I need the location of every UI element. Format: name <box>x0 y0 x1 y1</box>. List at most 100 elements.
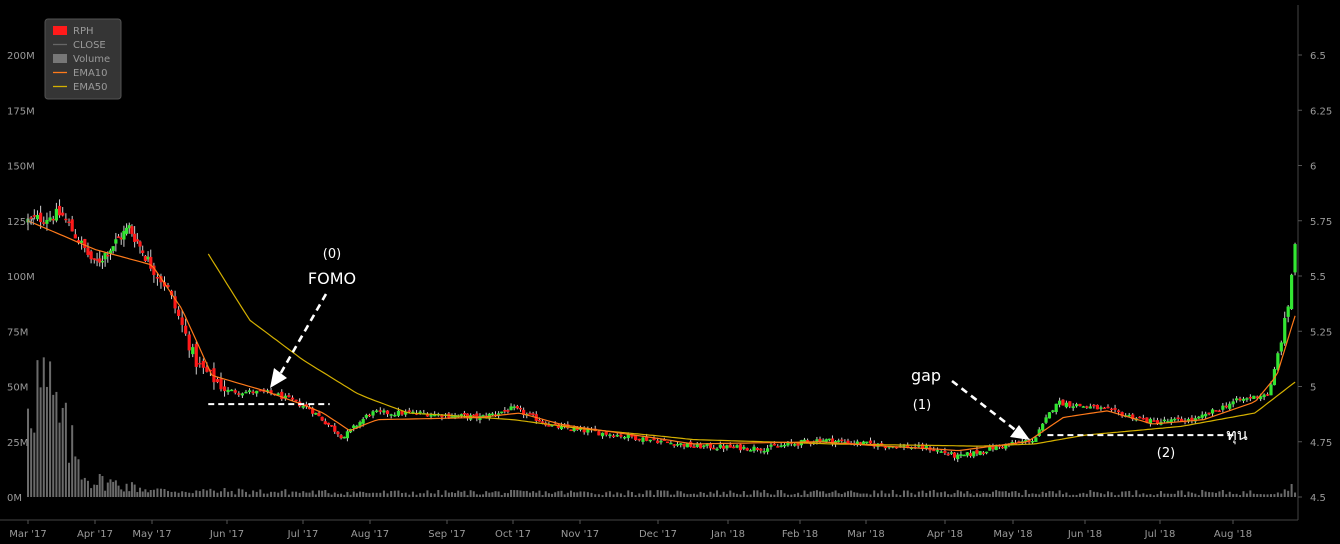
volume-bar <box>195 490 198 497</box>
volume-bar <box>869 494 872 497</box>
candle-body <box>827 438 831 441</box>
candle-body <box>949 452 953 454</box>
volume-bar <box>1038 494 1041 497</box>
volume-bar <box>482 494 485 497</box>
volume-bar <box>623 495 626 497</box>
candle-body <box>712 447 716 450</box>
volume-bar <box>991 491 994 497</box>
x-tick-label: Dec '17 <box>639 529 677 540</box>
candle-body <box>656 440 660 444</box>
volume-bar <box>525 490 528 497</box>
candle-body <box>472 414 476 417</box>
x-tick-label: Aug '17 <box>351 529 389 540</box>
volume-bar <box>783 493 786 497</box>
volume-bar <box>45 386 48 497</box>
candle-body <box>765 448 770 452</box>
x-tick-label: Jan '18 <box>710 529 745 540</box>
volume-bar <box>77 459 80 497</box>
volume-bar <box>130 482 133 497</box>
candle-body <box>732 446 736 449</box>
candle-body <box>692 446 696 448</box>
volume-bar <box>359 491 362 497</box>
volume-bar <box>298 492 301 497</box>
legend-swatch-rph <box>53 26 67 35</box>
candle-body <box>141 250 145 253</box>
volume-bar <box>216 492 219 497</box>
y-volume-tick-label: 0M <box>7 493 22 504</box>
volume-bar <box>831 491 834 497</box>
candle-body <box>135 239 139 242</box>
x-tick-label: May '18 <box>993 529 1032 540</box>
volume-bar <box>683 493 686 497</box>
volume-bar <box>1124 491 1127 497</box>
candle-body <box>382 410 386 413</box>
volume-bar <box>152 489 155 497</box>
volume-bar <box>223 488 226 497</box>
volume-bar <box>478 494 481 497</box>
volume-bar <box>475 494 478 497</box>
candle-body <box>1214 410 1218 412</box>
legend[interactable]: RPH CLOSE Volume EMA10 EMA50 <box>44 18 122 100</box>
volume-bar <box>149 490 152 497</box>
volume-bar <box>840 494 843 497</box>
volume-bar <box>749 494 752 497</box>
candle-body <box>1238 398 1242 401</box>
volume-bar <box>430 493 433 497</box>
volume-bar <box>742 490 745 497</box>
volume-bar <box>426 490 429 497</box>
volume-bar <box>1184 494 1187 497</box>
volume-bar <box>55 391 58 497</box>
candle-body <box>722 445 726 449</box>
candle-body <box>48 217 52 221</box>
volume-bar <box>569 490 572 497</box>
volume-bar <box>956 490 959 497</box>
volume-bar <box>1283 489 1286 497</box>
annotation-2-label: ทุน <box>1226 425 1248 445</box>
candle-body <box>1030 440 1035 443</box>
candle-body <box>708 443 713 449</box>
volume-bar <box>516 490 519 497</box>
volume-bar <box>494 491 497 497</box>
candle-body <box>1113 408 1117 410</box>
volume-bar <box>709 491 712 497</box>
volume-bar <box>557 491 560 497</box>
candle-body <box>1279 342 1283 352</box>
volume-bar <box>36 360 39 497</box>
annotation-1-label: gap <box>911 366 941 385</box>
volume-bar <box>454 493 457 497</box>
volume-bar <box>947 494 950 497</box>
volume-bar <box>837 493 840 497</box>
candle-body <box>1200 414 1204 418</box>
volume-bar <box>689 493 692 497</box>
volume-bar <box>170 491 173 497</box>
volume-bar <box>125 483 128 497</box>
candle-body <box>641 437 645 442</box>
candle-body <box>659 440 663 443</box>
volume-bar <box>859 493 862 497</box>
volume-bar <box>497 491 500 497</box>
volume-bar <box>1045 492 1048 497</box>
candle-body <box>180 317 184 325</box>
volume-bar <box>560 490 563 497</box>
volume-bar <box>117 485 120 497</box>
volume-bar <box>535 492 538 497</box>
volume-bar <box>1201 489 1204 497</box>
volume-bar <box>1166 493 1169 497</box>
volume-bar <box>692 493 695 497</box>
volume-bar <box>287 494 290 497</box>
volume-bar <box>1062 494 1065 497</box>
candle-body <box>345 431 349 439</box>
volume-bar <box>466 495 469 497</box>
candle-body <box>622 436 627 439</box>
candle-body <box>1217 410 1222 413</box>
volume-bar <box>284 489 287 497</box>
volume-bar <box>1034 493 1037 497</box>
volume-bar <box>408 494 411 497</box>
volume-bar <box>237 488 240 497</box>
candle-body <box>1231 401 1235 405</box>
candle-body <box>1245 398 1249 400</box>
volume-bar <box>1273 494 1276 497</box>
candle-body <box>728 444 732 448</box>
candle-body <box>868 440 873 444</box>
volume-bar <box>790 494 793 497</box>
